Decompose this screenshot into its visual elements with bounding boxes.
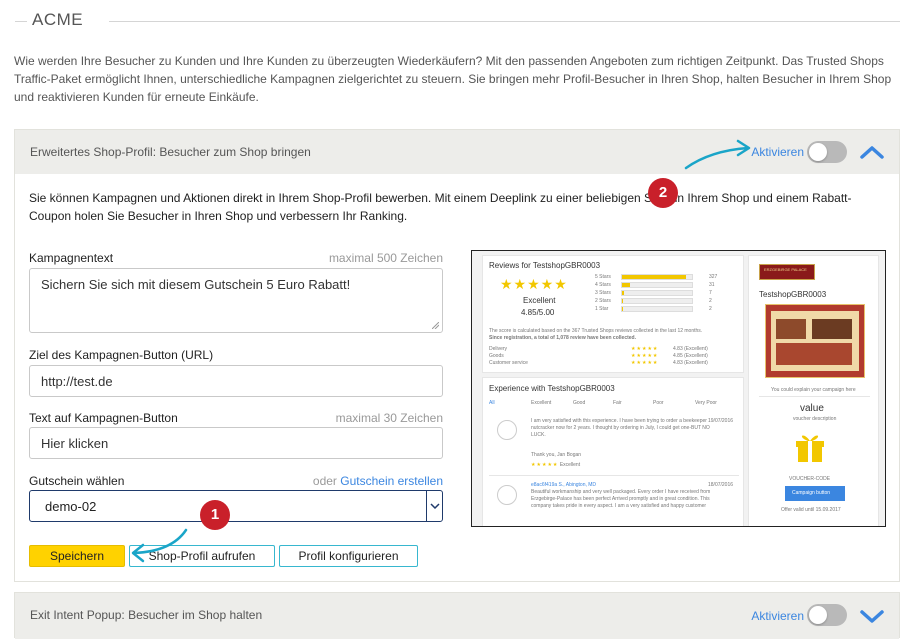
annotation-badge-1: 1 (200, 500, 230, 530)
annotation-badge-2: 2 (648, 178, 678, 208)
annotation-arrows (131, 139, 751, 563)
